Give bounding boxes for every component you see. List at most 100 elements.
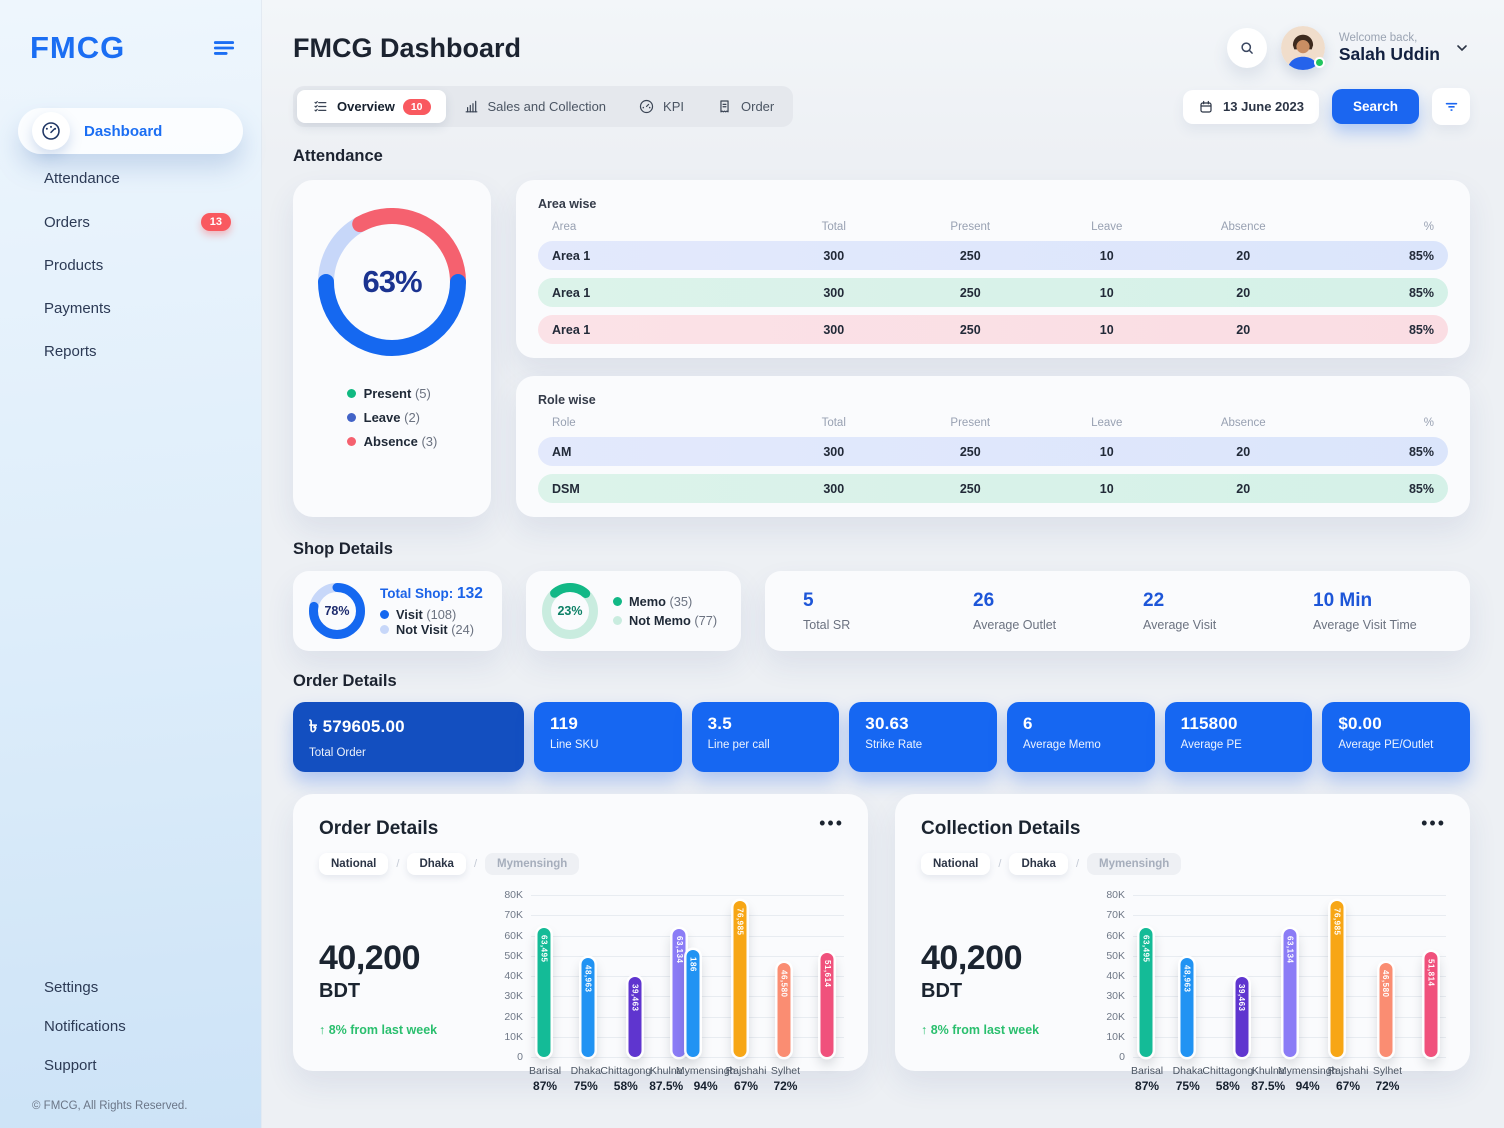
table-cell: Area 1 (538, 286, 766, 300)
table-cell: 20 (1175, 249, 1312, 263)
bar-value-label: 39,463 (1237, 984, 1246, 1011)
x-axis: Barisal87%Dhaka75%Chittagong58%Khulna87.… (1133, 1065, 1446, 1105)
shop-memo-card: 23% Memo (35) Not Memo (77) (526, 571, 741, 651)
kpi-label: Line per call (708, 739, 824, 751)
y-axis-tick: 0 (1119, 1051, 1125, 1063)
chart-summary: 40,200 BDT ↑ 8% from last week (921, 881, 1099, 1057)
sidebar-item-label: Support (44, 1057, 97, 1074)
card-menu-ellipsis-icon[interactable]: ••• (819, 818, 844, 828)
sidebar-item-support[interactable]: Support (18, 1047, 243, 1084)
table-row: Area 1300250102085% (538, 241, 1448, 270)
stat-value: 5 (803, 590, 945, 612)
x-axis-label-sylhet: Sylhet72% (1373, 1065, 1402, 1093)
kpi-label: Average Memo (1023, 739, 1139, 751)
tab-kpi[interactable]: KPI (623, 90, 699, 123)
tab-overview[interactable]: Overview10 (297, 90, 446, 123)
breadcrumb-national[interactable]: National (921, 853, 990, 875)
table-cell: 10 (1039, 482, 1176, 496)
stat-label: Total SR (803, 618, 945, 632)
sidebar-item-orders[interactable]: Orders13 (18, 203, 243, 241)
table-cell: Area 1 (538, 323, 766, 337)
chart-breadcrumb: National/Dhaka/Mymensingh (319, 853, 844, 875)
legend-item-leave: Leave (2) (347, 410, 438, 425)
legend-item-present: Present (5) (347, 386, 438, 401)
chart-delta: ↑ 8% from last week (921, 1023, 1099, 1037)
legend-dot (347, 389, 356, 398)
user-avatar[interactable] (1281, 26, 1325, 70)
donut-center-value: 63% (318, 208, 466, 356)
order-kpi-card-average-memo: 6Average Memo (1007, 702, 1155, 772)
legend-label: Visit (108) (396, 607, 456, 622)
sidebar-item-reports[interactable]: Reports (18, 333, 243, 370)
bar-value-label: 46,580 (1381, 970, 1390, 997)
shop-stat-average-visit-time: 10 MinAverage Visit Time (1285, 590, 1455, 632)
table-cell: 300 (766, 323, 903, 337)
legend-dot (347, 413, 356, 422)
shop-stat-total-sr: 5 Total SR (775, 590, 945, 632)
user-menu-chevron-down-icon[interactable] (1454, 40, 1470, 56)
overview-icon (312, 98, 329, 115)
filter-button[interactable] (1432, 88, 1470, 125)
bar-48,963: 48,963 (581, 958, 594, 1057)
breadcrumb-separator: / (474, 858, 477, 870)
welcome-text: Welcome back, (1339, 32, 1440, 44)
breadcrumb-national[interactable]: National (319, 853, 388, 875)
search-icon-button[interactable] (1227, 28, 1267, 68)
breadcrumb-dhaka[interactable]: Dhaka (407, 853, 466, 875)
dashboard-icon (32, 112, 70, 150)
search-button[interactable]: Search (1332, 89, 1419, 124)
bar-63,134: 63,134 (673, 929, 686, 1057)
kpi-value: 115800 (1181, 714, 1297, 734)
total-shop-label: Total Shop: 132 (380, 585, 483, 603)
table-cell: 85% (1312, 286, 1449, 300)
sidebar-item-dashboard[interactable]: Dashboard (18, 108, 243, 154)
order-kpi-card-average-pe: 115800Average PE (1165, 702, 1313, 772)
view-tabbar: Overview10Sales and Collection KPI Order (293, 86, 793, 127)
welcome-block: Welcome back, Salah Uddin (1339, 32, 1440, 65)
column-header: Absence (1175, 417, 1312, 429)
bar-value-label: 51,614 (823, 960, 832, 987)
online-status-dot (1314, 57, 1325, 68)
card-menu-ellipsis-icon[interactable]: ••• (1421, 818, 1446, 828)
sidebar-item-notifications[interactable]: Notifications (18, 1008, 243, 1045)
legend-label: Memo (35) (629, 594, 692, 609)
bar-chart: 80K70K60K50K40K30K20K10K0 63,49548,96339… (497, 881, 844, 1057)
sidebar-item-payments[interactable]: Payments (18, 290, 243, 327)
bar-46,580: 46,580 (1379, 963, 1392, 1057)
order-kpi-card-total-order: ৳ 579605.00Total Order (293, 702, 524, 772)
collection-details-chart-card: Collection Details ••• National/Dhaka/My… (895, 794, 1470, 1071)
kpi-value: ৳ 579605.00 (309, 714, 508, 742)
y-axis-tick: 20K (504, 1011, 523, 1023)
legend-dot (380, 625, 389, 634)
gridline (531, 936, 844, 937)
breadcrumb-separator: / (1076, 858, 1079, 870)
date-picker[interactable]: 13 June 2023 (1183, 90, 1319, 124)
area-wise-title: Area wise (538, 197, 1448, 211)
sidebar-item-products[interactable]: Products (18, 247, 243, 284)
chart-breadcrumb: National/Dhaka/Mymensingh (921, 853, 1446, 875)
memo-donut-chart: 23% (542, 583, 598, 639)
tab-order[interactable]: Order (701, 90, 789, 123)
breadcrumb-mymensingh[interactable]: Mymensingh (485, 853, 579, 875)
sidebar-item-attendance[interactable]: Attendance (18, 160, 243, 197)
y-axis: 80K70K60K50K40K30K20K10K0 (1099, 895, 1133, 1057)
x-axis-label-barisal: Barisal87% (1131, 1065, 1163, 1093)
table-cell: 250 (902, 323, 1039, 337)
donut-center-value: 78% (309, 583, 365, 639)
bar-value-label: 186 (688, 957, 697, 972)
attendance-legend: Present (5)Leave (2)Absence (3) (347, 386, 438, 449)
tab-sales-and-collection[interactable]: Sales and Collection (448, 90, 622, 123)
order-kpi-card-line-per-call: 3.5Line per call (692, 702, 840, 772)
order-icon (716, 98, 733, 115)
table-cell: 85% (1312, 445, 1449, 459)
hamburger-menu-icon[interactable] (211, 35, 237, 61)
breadcrumb-mymensingh[interactable]: Mymensingh (1087, 853, 1181, 875)
sidebar-item-label: Attendance (44, 170, 120, 187)
bar-chart: 80K70K60K50K40K30K20K10K0 63,49548,96339… (1099, 881, 1446, 1057)
breadcrumb-dhaka[interactable]: Dhaka (1009, 853, 1068, 875)
tab-label: KPI (663, 99, 684, 114)
attendance-donut-chart: 63% (318, 208, 466, 356)
legend-label: Not Memo (77) (629, 613, 717, 628)
sidebar-item-settings[interactable]: Settings (18, 969, 243, 1006)
bar-value-label: 76,985 (735, 908, 744, 935)
